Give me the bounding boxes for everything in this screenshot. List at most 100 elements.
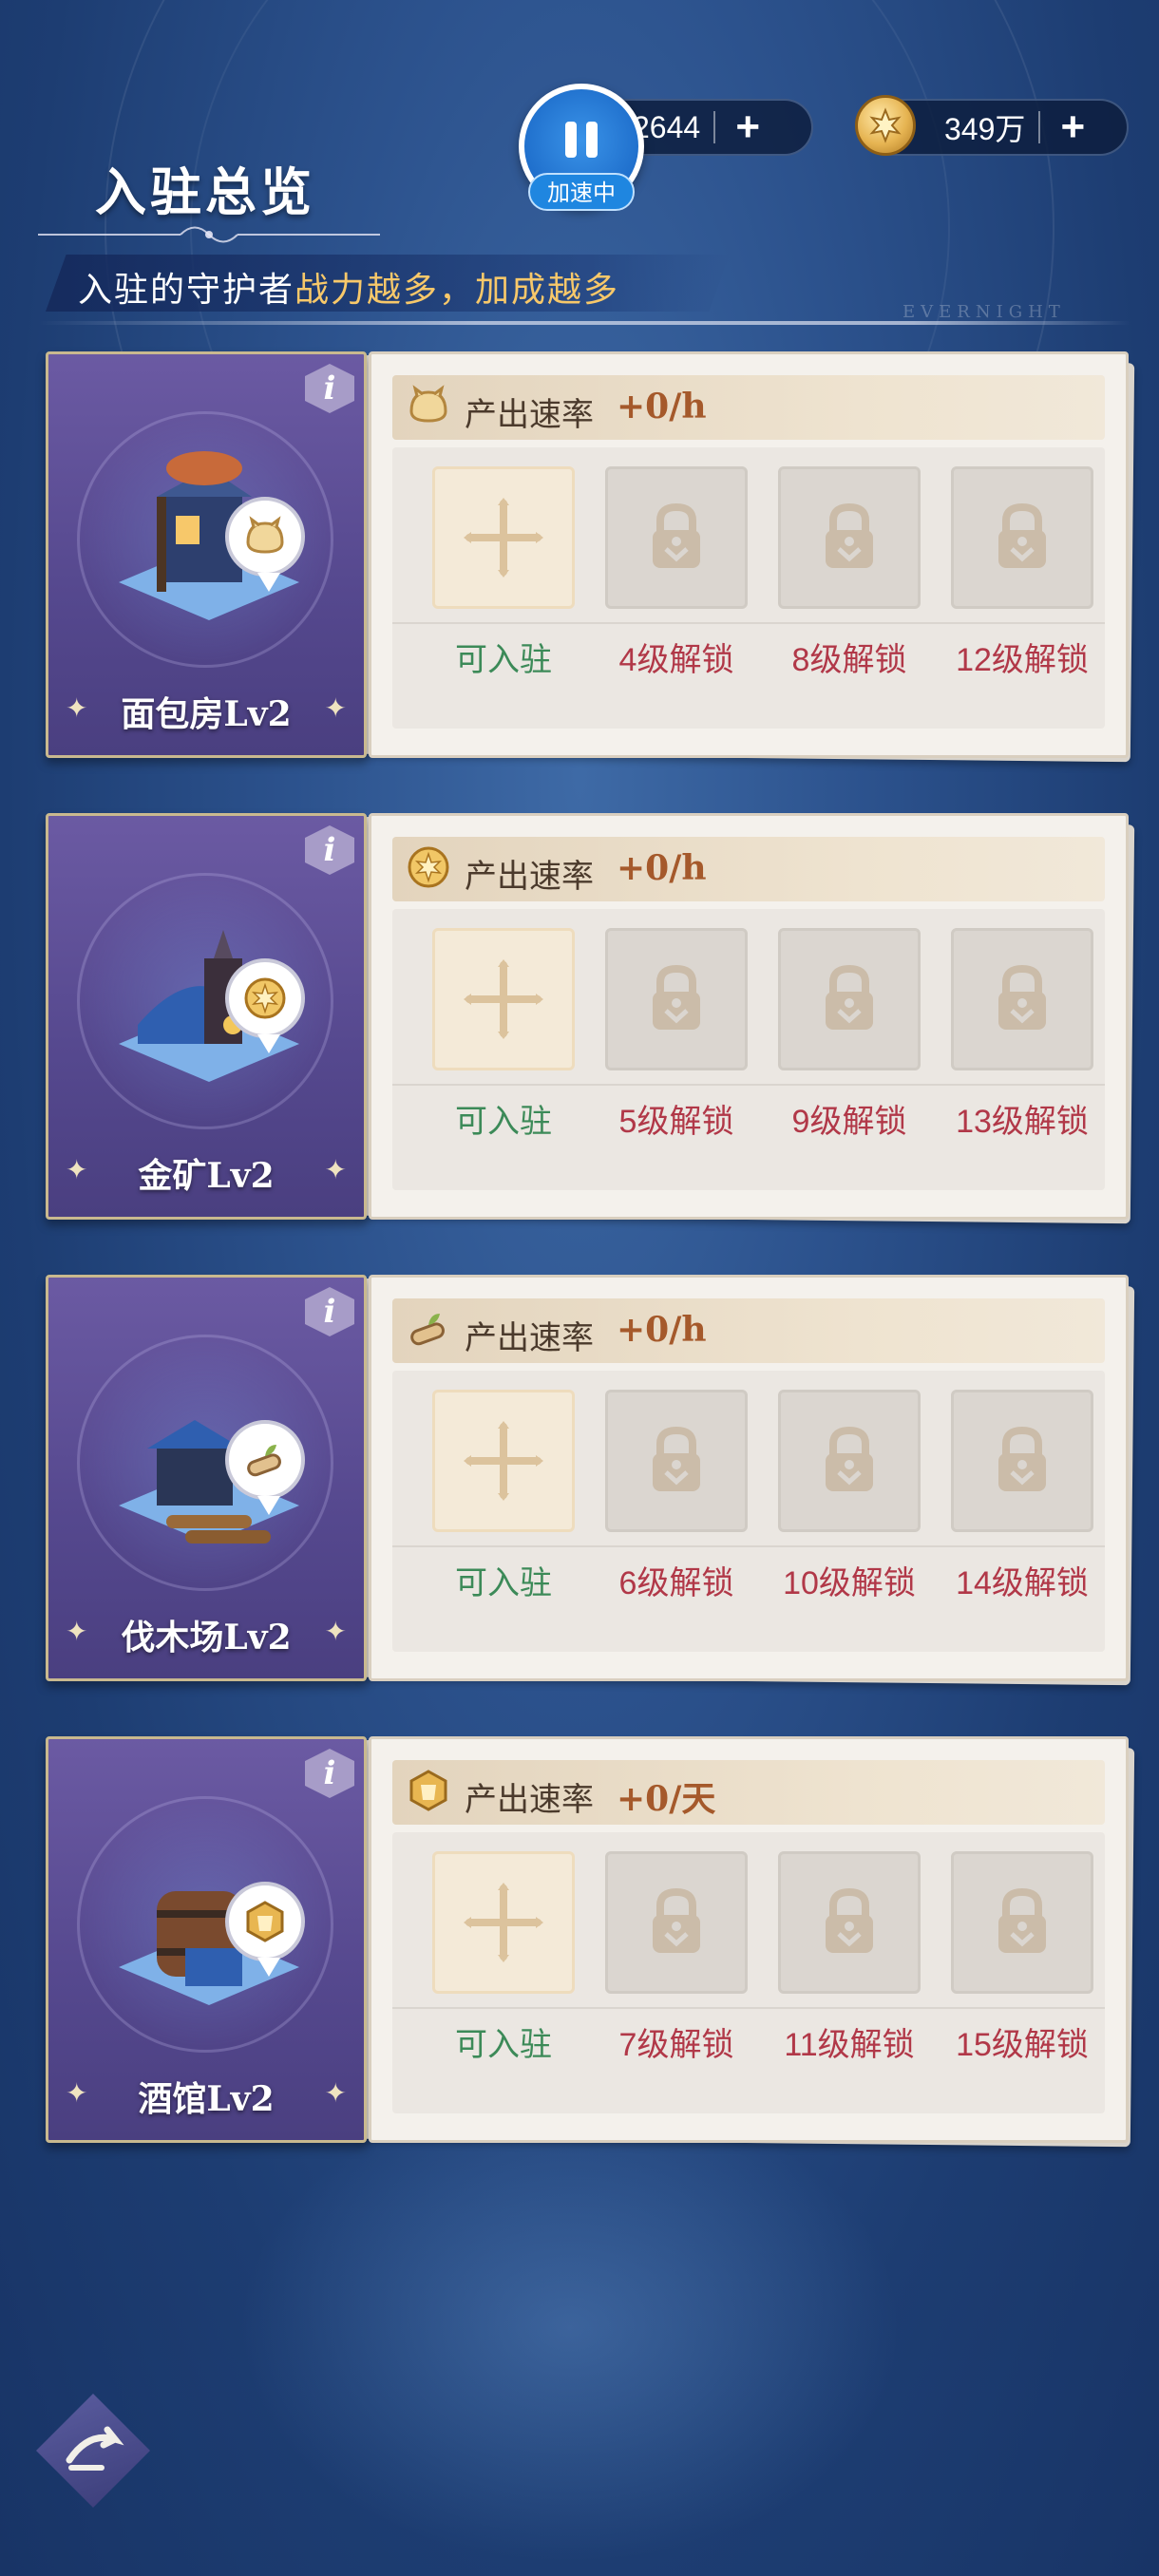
pause-icon	[565, 122, 598, 158]
add-slot-icon	[435, 1392, 572, 1529]
slot-caption: 14级解锁	[956, 1565, 1089, 1601]
output-rate-value: +0/h	[617, 387, 707, 426]
slot-caption: 8级解锁	[791, 642, 907, 678]
info-icon[interactable]: i	[305, 1287, 354, 1336]
assign-slot[interactable]	[432, 1390, 575, 1532]
lock-icon	[608, 1392, 745, 1529]
bread-icon	[225, 497, 305, 592]
add-slot-icon	[435, 469, 572, 606]
info-icon[interactable]: i	[305, 1749, 354, 1798]
slot-caption: 9级解锁	[791, 1104, 907, 1140]
output-rate-value: +0/h	[617, 1310, 707, 1350]
lock-icon	[954, 931, 1091, 1068]
locked-slot	[951, 1851, 1093, 1994]
slot-divider	[392, 622, 1105, 624]
locked-slot	[605, 466, 748, 609]
background-glow	[238, 2090, 902, 2565]
output-rate-label: 产出速率	[465, 1782, 594, 1818]
building-row: i ✦ 酒馆Lv2 ✦ 产出速率 +0/天 可入驻 7级解锁 11级解锁 15级…	[38, 1734, 1135, 2148]
slot-divider	[392, 1545, 1105, 1547]
building-card[interactable]: i ✦ 伐木场Lv2 ✦	[46, 1275, 367, 1681]
guardian-slots: 可入驻 4级解锁 8级解锁 12级解锁	[392, 447, 1105, 729]
slot-caption: 可入驻	[455, 642, 552, 678]
slot-caption: 11级解锁	[784, 2027, 915, 2063]
locked-slot	[778, 1851, 921, 1994]
locked-slot	[605, 928, 748, 1070]
output-rate-label: 产出速率	[465, 1320, 594, 1356]
currency-gold-value: 349万	[944, 112, 1026, 146]
gold-coin-icon	[225, 958, 305, 1053]
output-rate-label: 产出速率	[465, 859, 594, 895]
info-icon[interactable]: i	[305, 364, 354, 413]
slot-caption: 可入驻	[455, 1104, 552, 1140]
page-title: 入驻总览	[95, 161, 315, 222]
sparkle-icon: ✦	[324, 693, 347, 723]
info-icon[interactable]: i	[305, 825, 354, 875]
building-row: i ✦ 金矿Lv2 ✦ 产出速率 +0/h 可入驻 5级解锁 9级解锁 13级解…	[38, 811, 1135, 1224]
slot-caption: 4级解锁	[618, 642, 734, 678]
sparkle-icon: ✦	[324, 2078, 347, 2108]
building-detail-panel: 产出速率 +0/h 可入驻 5级解锁 9级解锁 13级解锁	[369, 813, 1129, 1220]
currency-gold-add-button[interactable]: +	[1054, 106, 1092, 148]
locked-slot	[951, 466, 1093, 609]
watermark-text: EVERNIGHT	[902, 302, 1066, 322]
guardian-slots: 可入驻 5级解锁 9级解锁 13级解锁	[392, 909, 1105, 1190]
assign-slot[interactable]	[432, 1851, 575, 1994]
sparkle-icon: ✦	[324, 1617, 347, 1646]
slot-divider	[392, 1084, 1105, 1086]
slot-caption: 12级解锁	[956, 642, 1089, 678]
sparkle-icon: ✦	[324, 1155, 347, 1184]
building-detail-panel: 产出速率 +0/h 可入驻 6级解锁 10级解锁 14级解锁	[369, 1275, 1129, 1681]
tavern-badge-icon	[225, 1882, 305, 1977]
bread-icon	[406, 383, 455, 432]
add-slot-icon	[435, 1854, 572, 1991]
building-detail-panel: 产出速率 +0/h 可入驻 4级解锁 8级解锁 12级解锁	[369, 351, 1129, 758]
subtitle-text: 入驻的守护者	[78, 270, 295, 309]
wood-log-icon	[406, 1306, 455, 1355]
lock-icon	[954, 1854, 1091, 1991]
locked-slot	[778, 466, 921, 609]
lock-icon	[781, 1392, 918, 1529]
guardian-slots: 可入驻 6级解锁 10级解锁 14级解锁	[392, 1371, 1105, 1652]
building-name: 面包房Lv2	[121, 694, 292, 734]
building-card[interactable]: i ✦ 金矿Lv2 ✦	[46, 813, 367, 1220]
building-card[interactable]: i ✦ 酒馆Lv2 ✦	[46, 1736, 367, 2143]
output-rate-bar: 产出速率 +0/h	[392, 1298, 1105, 1363]
gold-coin-icon	[855, 95, 916, 156]
building-row: i ✦ 伐木场Lv2 ✦ 产出速率 +0/h 可入驻 6级解锁 10级解锁 14…	[38, 1273, 1135, 1686]
output-rate-bar: 产出速率 +0/天	[392, 1760, 1105, 1825]
output-rate-value: +0/h	[617, 848, 707, 888]
lock-icon	[781, 931, 918, 1068]
gold-coin-icon	[406, 844, 455, 894]
lock-icon	[608, 469, 745, 606]
return-arrow-icon	[66, 2426, 124, 2471]
speed-status-label: 加速中	[528, 173, 635, 211]
building-card[interactable]: i ✦ 面包房Lv2 ✦	[46, 351, 367, 758]
currency-separator	[713, 111, 716, 143]
slot-caption: 可入驻	[455, 2027, 552, 2063]
building-detail-panel: 产出速率 +0/天 可入驻 7级解锁 11级解锁 15级解锁	[369, 1736, 1129, 2143]
slot-caption: 7级解锁	[618, 2027, 734, 2063]
slot-caption: 5级解锁	[618, 1104, 734, 1140]
subtitle-highlight: 战力越多，加成越多	[294, 270, 620, 309]
slot-divider	[392, 2007, 1105, 2009]
lock-icon	[608, 931, 745, 1068]
lock-icon	[608, 1854, 745, 1991]
locked-slot	[778, 1390, 921, 1532]
output-rate-value: +0/天	[617, 1779, 716, 1819]
currency-separator	[1038, 111, 1041, 143]
output-rate-bar: 产出速率 +0/h	[392, 375, 1105, 440]
locked-slot	[605, 1390, 748, 1532]
building-name: 酒馆Lv2	[138, 2079, 275, 2119]
slot-caption: 6级解锁	[618, 1565, 734, 1601]
currency-power-add-button[interactable]: +	[729, 106, 767, 148]
building-name: 伐木场Lv2	[121, 1618, 292, 1657]
wood-log-icon	[225, 1420, 305, 1515]
assign-slot[interactable]	[432, 466, 575, 609]
return-button[interactable]	[36, 2394, 150, 2508]
slot-caption: 15级解锁	[956, 2027, 1089, 2063]
output-rate-label: 产出速率	[465, 397, 594, 433]
locked-slot	[951, 928, 1093, 1070]
assign-slot[interactable]	[432, 928, 575, 1070]
guardian-slots: 可入驻 7级解锁 11级解锁 15级解锁	[392, 1832, 1105, 2113]
